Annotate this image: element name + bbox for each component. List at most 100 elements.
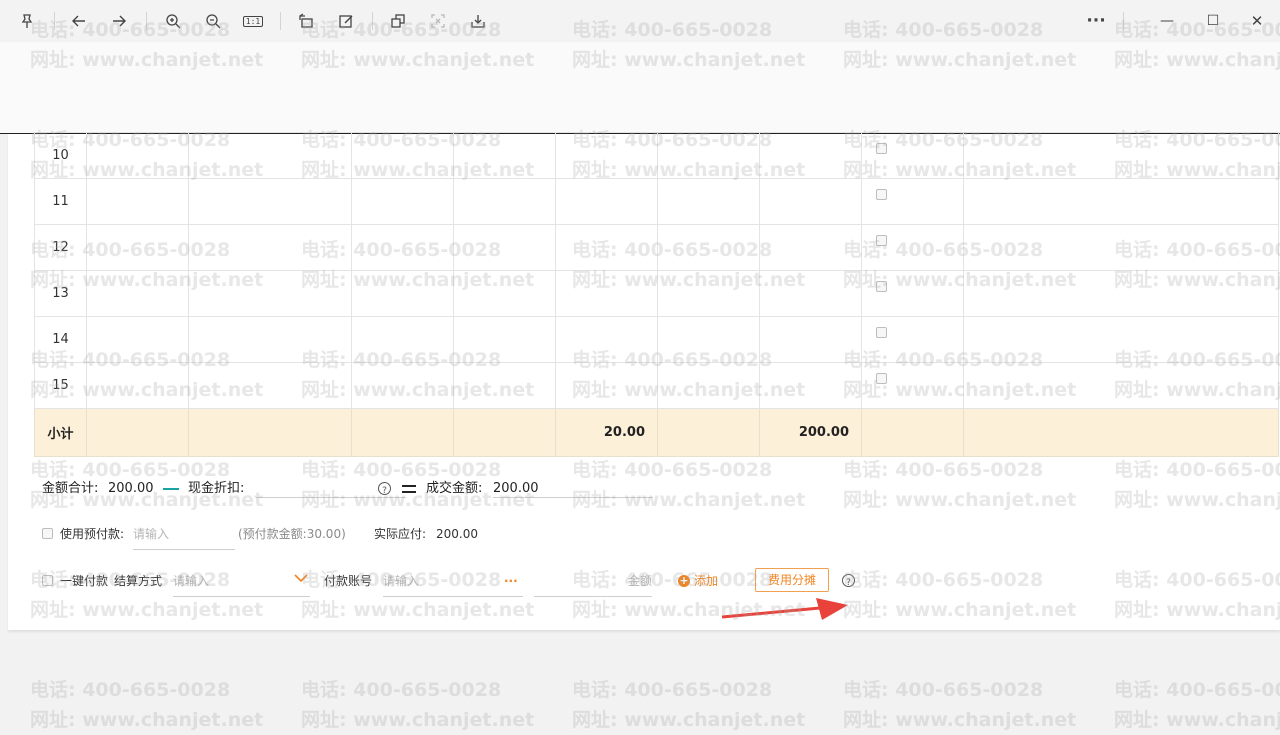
prepay-input[interactable]: 请输入 (133, 526, 235, 550)
table-cell (963, 270, 1279, 317)
table-cell (759, 178, 862, 225)
table-cell (351, 224, 454, 271)
add-link[interactable]: 添加 (694, 573, 718, 589)
minus-icon (163, 488, 179, 490)
one-click-pay-checkbox[interactable] (42, 575, 53, 586)
table-row: 13 (34, 270, 1279, 317)
table-cell (351, 132, 454, 179)
arrow-left-icon[interactable] (66, 8, 92, 34)
table-cell (657, 316, 760, 363)
actual-size-label: 1:1 (242, 15, 264, 27)
account-picker-icon[interactable]: ··· (504, 573, 518, 589)
discount-label: 现金折扣: (188, 481, 245, 496)
table-cell (351, 270, 454, 317)
table-row: 12 (34, 224, 1279, 271)
account-label: 付款账号 (324, 574, 373, 588)
table-cell (453, 132, 556, 179)
row-checkbox[interactable] (876, 281, 887, 292)
row-checkbox[interactable] (876, 189, 887, 200)
table-cell (963, 132, 1279, 179)
chevron-down-icon[interactable] (294, 571, 308, 587)
method-select[interactable]: 请输入 (173, 573, 310, 597)
subtotal-amount: 200.00 (759, 408, 862, 457)
table-cell (963, 178, 1279, 225)
row-checkbox[interactable] (876, 143, 887, 154)
add-icon[interactable]: + (678, 575, 690, 587)
use-prepay-label: 使用预付款: (60, 527, 125, 541)
subtotal-cell (963, 408, 1279, 457)
arrow-right-icon[interactable] (106, 8, 132, 34)
close-icon[interactable]: ✕ (1244, 8, 1270, 34)
rotate-icon[interactable] (293, 8, 319, 34)
table-cell (453, 224, 556, 271)
row-checkbox-cell (861, 178, 964, 225)
table-cell (188, 270, 352, 317)
table-cell (86, 362, 189, 409)
row-number: 15 (34, 362, 87, 409)
subtotal-cell (861, 408, 964, 457)
row-number: 11 (34, 178, 87, 225)
edit-icon[interactable] (333, 8, 359, 34)
zoom-in-icon[interactable] (160, 8, 186, 34)
more-icon[interactable]: ··· (1083, 8, 1109, 34)
table-row: 10 (34, 132, 1279, 179)
subtotal-cell (351, 408, 454, 457)
maximize-icon[interactable]: ☐ (1200, 8, 1226, 34)
table-cell (188, 224, 352, 271)
table-cell (453, 362, 556, 409)
table-cell (555, 132, 658, 179)
document-area: 10 11 12 13 14 15 小计 20.00 200.00 金额合计: 200.00 现… (0, 132, 1280, 634)
table-cell (453, 316, 556, 363)
table-row: 14 (34, 316, 1279, 363)
table-cell (86, 270, 189, 317)
download-icon[interactable] (465, 8, 491, 34)
payable-value: 200.00 (436, 527, 478, 541)
row-number: 10 (34, 132, 87, 179)
actual-size-icon[interactable]: 1:1 (240, 8, 266, 34)
help-icon[interactable]: ? (842, 574, 855, 588)
subtotal-cell (188, 408, 352, 457)
crop-icon[interactable] (425, 8, 451, 34)
method-label: 结算方式 (114, 574, 163, 588)
pin-icon[interactable] (14, 8, 40, 34)
row-checkbox-cell (861, 224, 964, 271)
account-input[interactable]: 请输入 (383, 573, 523, 597)
zoom-out-icon[interactable] (200, 8, 226, 34)
table-cell (963, 224, 1279, 271)
table-cell (188, 132, 352, 179)
copy-image-icon[interactable] (385, 8, 411, 34)
fee-allocation-button[interactable]: 费用分摊 (755, 568, 830, 592)
prepay-balance: (预付款金额:30.00) (238, 527, 346, 541)
row-number: 14 (34, 316, 87, 363)
row-checkbox[interactable] (876, 235, 887, 246)
subtotal-row: 小计 20.00 200.00 (34, 408, 1279, 457)
subtotal-cell (86, 408, 189, 457)
use-prepay-checkbox[interactable] (42, 528, 53, 539)
table-cell (453, 178, 556, 225)
table-cell (453, 270, 556, 317)
bottom-margin (0, 634, 1280, 728)
payable-label: 实际应付: (374, 527, 427, 541)
table-cell (657, 178, 760, 225)
row-checkbox[interactable] (876, 373, 887, 384)
table-cell (657, 362, 760, 409)
table-cell (657, 132, 760, 179)
row-checkbox[interactable] (876, 327, 887, 338)
table-cell (759, 362, 862, 409)
row-number: 13 (34, 270, 87, 317)
deal-label: 成交金额: (426, 481, 483, 496)
table-cell (351, 362, 454, 409)
table-cell (188, 362, 352, 409)
row-checkbox-cell (861, 362, 964, 409)
amount-input[interactable]: 金额 (534, 573, 652, 597)
total-label: 金额合计: (42, 481, 99, 496)
table-cell (555, 362, 658, 409)
table-cell (86, 132, 189, 179)
table-cell (555, 178, 658, 225)
minimize-icon[interactable]: — (1154, 8, 1180, 34)
help-icon[interactable]: ? (378, 482, 391, 496)
table-cell (657, 270, 760, 317)
table-cell (759, 316, 862, 363)
table-cell (86, 178, 189, 225)
table-cell (86, 316, 189, 363)
